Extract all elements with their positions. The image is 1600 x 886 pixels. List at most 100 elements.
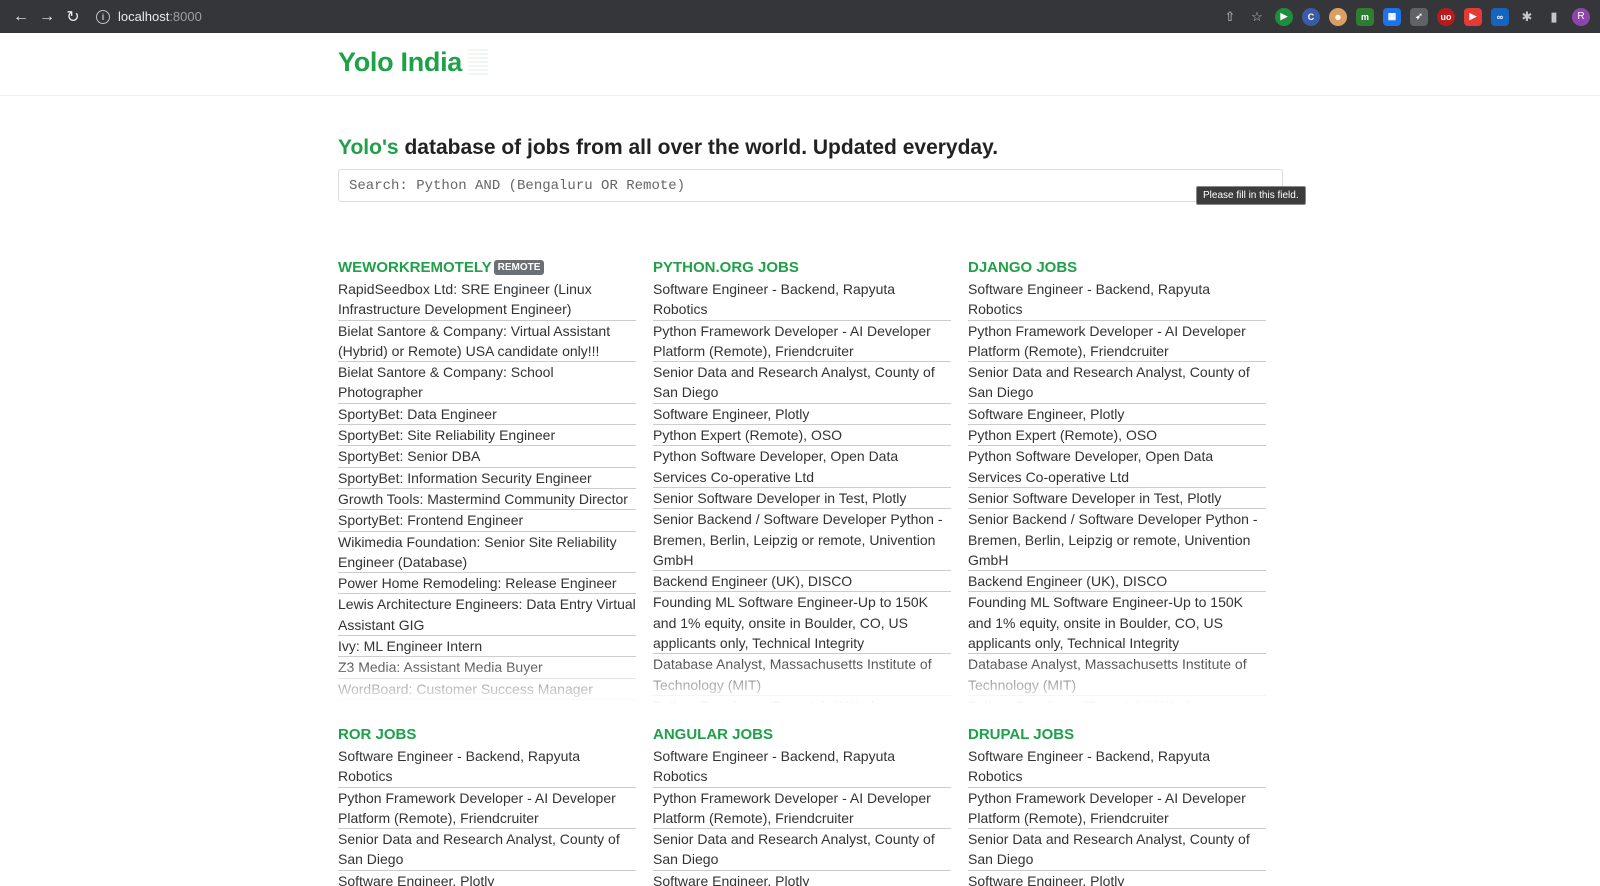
job-link[interactable]: Wikimedia Foundation: Senior Site Reliab… [338, 534, 617, 570]
job-link[interactable]: Ivy: ML Engineer Intern [338, 638, 482, 654]
job-list-item[interactable]: Senior Backend / Software Developer Pyth… [653, 509, 951, 572]
job-link[interactable]: Senior Data and Research Analyst, County… [968, 831, 1250, 867]
job-list-item[interactable]: Python Framework Developer - AI Develope… [968, 321, 1266, 363]
job-link[interactable]: Backend Engineer (UK), DISCO [653, 573, 852, 589]
job-list-item[interactable]: Python Developer (Remote), W4Labs [968, 696, 1266, 703]
job-link[interactable]: Bielat Santore & Company: Virtual Assist… [338, 323, 610, 359]
job-list-item[interactable]: Growth Tools: Mastermind Community Direc… [338, 489, 636, 511]
job-list-item[interactable]: Python Software Developer, Open Data Ser… [653, 446, 951, 488]
job-list-item[interactable]: WordBoard: Customer Success Manager [338, 679, 636, 700]
extension-infinity-icon[interactable]: ∞ [1491, 7, 1509, 26]
job-link[interactable]: Software Engineer, Plotly [968, 873, 1124, 886]
job-link[interactable]: SportyBet: Frontend Engineer [338, 512, 523, 528]
job-link[interactable]: Python Framework Developer - AI Develope… [338, 790, 616, 826]
search-input[interactable] [338, 169, 1283, 202]
job-list-item[interactable]: Python Framework Developer - AI Develope… [968, 788, 1266, 830]
job-link[interactable]: Power Home Remodeling: Release Engineer [338, 575, 617, 591]
job-link[interactable]: RapidSeedbox Ltd: SRE Engineer (Linux In… [338, 281, 592, 317]
reload-icon[interactable]: ↻ [60, 4, 86, 30]
extension-face-icon[interactable]: ☻ [1329, 7, 1347, 26]
brand-name[interactable]: Yolo India [338, 47, 462, 77]
job-link[interactable]: Senior Backend / Software Developer Pyth… [653, 511, 943, 568]
job-link[interactable]: Python Developer (Remote), W4Labs [653, 698, 886, 703]
job-list-item[interactable]: Senior Data and Research Analyst, County… [968, 362, 1266, 404]
job-list-item[interactable]: Senior Data and Research Analyst, County… [653, 362, 951, 404]
job-link[interactable]: Software Engineer, Plotly [338, 873, 494, 886]
side-panel-icon[interactable]: ▮ [1545, 8, 1563, 26]
job-link[interactable]: Growth Tools: Mastermind Community Direc… [338, 491, 628, 507]
job-list-item[interactable]: Power Home Remodeling: Release Engineer [338, 573, 636, 595]
share-icon[interactable]: ⇧ [1221, 8, 1239, 26]
job-link[interactable]: Python Software Developer, Open Data Ser… [968, 448, 1213, 484]
forward-arrow-icon[interactable]: → [34, 4, 60, 30]
job-link[interactable]: SportyBet: Senior DBA [338, 448, 480, 464]
job-list-item[interactable]: Founding ML Software Engineer-Up to 150K… [968, 592, 1266, 655]
job-link[interactable]: Python Framework Developer - AI Develope… [653, 323, 931, 359]
job-list-item[interactable]: Software Engineer, Plotly [653, 871, 951, 886]
job-link[interactable]: Founding ML Software Engineer-Up to 150K… [653, 594, 928, 651]
bookmark-star-icon[interactable]: ☆ [1248, 8, 1266, 26]
puzzle-extensions-icon[interactable]: ✱ [1518, 8, 1536, 26]
job-link[interactable]: Software Engineer - Backend, Rapyuta Rob… [968, 281, 1210, 317]
job-list-item[interactable]: Software Engineer, Plotly [338, 871, 636, 886]
extension-youtube-icon[interactable]: ▶ [1464, 7, 1482, 26]
job-list-item[interactable]: Software Engineer - Backend, Rapyuta Rob… [338, 746, 636, 788]
extension-ublock-icon[interactable]: uo [1437, 7, 1455, 26]
job-link[interactable]: Database Analyst, Massachusetts Institut… [968, 656, 1247, 692]
job-list-item[interactable]: Python Framework Developer - AI Develope… [653, 788, 951, 830]
extension-m-icon[interactable]: m [1356, 7, 1374, 26]
job-link[interactable]: Software Engineer, Plotly [653, 406, 809, 422]
job-link[interactable]: Founding ML Software Engineer-Up to 150K… [968, 594, 1243, 651]
job-link[interactable]: Senior Data and Research Analyst, County… [968, 364, 1250, 400]
extension-crescent-icon[interactable]: C [1302, 7, 1320, 26]
job-list-item[interactable]: Backend Engineer (UK), DISCO [968, 571, 1266, 593]
job-link[interactable]: Z3 Media: Assistant Media Buyer [338, 659, 543, 675]
job-list-item[interactable]: SportyBet: Senior DBA [338, 446, 636, 468]
job-list-item[interactable]: Software Engineer - Backend, Rapyuta Rob… [653, 746, 951, 788]
job-link[interactable]: SportyBet: Site Reliability Engineer [338, 427, 555, 443]
job-link[interactable]: Senior Software Developer in Test, Plotl… [653, 490, 906, 506]
job-list-item[interactable]: Z3 Media: Assistant Media Buyer [338, 657, 636, 679]
job-link[interactable]: Python Expert (Remote), OSO [653, 427, 842, 443]
job-list-item[interactable]: Software Engineer, Plotly [653, 404, 951, 426]
job-list-item[interactable]: Senior Data and Research Analyst, County… [968, 829, 1266, 871]
extension-rocket-icon[interactable]: ➶ [1410, 7, 1428, 26]
extension-window-icon[interactable]: ▦ [1383, 7, 1401, 26]
job-link[interactable]: Python Software Developer, Open Data Ser… [653, 448, 898, 484]
job-link[interactable]: Python Developer (Remote), W4Labs [968, 698, 1201, 703]
site-info-icon[interactable]: i [96, 9, 110, 24]
job-list-item[interactable]: Senior Software Developer in Test, Plotl… [968, 488, 1266, 510]
job-link[interactable]: WordBoard: Customer Success Manager [338, 681, 593, 697]
job-list-item[interactable]: Software Engineer - Backend, Rapyuta Rob… [968, 279, 1266, 321]
extension-green-icon[interactable]: ▶ [1275, 7, 1293, 26]
job-link[interactable]: Lewis Architecture Engineers: Data Entry… [338, 596, 636, 632]
job-list-item[interactable]: Senior Data and Research Analyst, County… [653, 829, 951, 871]
job-list-item[interactable]: Senior Backend / Software Developer Pyth… [968, 509, 1266, 572]
job-list-item[interactable]: Database Analyst, Massachusetts Institut… [968, 654, 1266, 696]
job-list-item[interactable]: SportyBet: Frontend Engineer [338, 510, 636, 532]
job-link[interactable]: SportyBet: Information Security Engineer [338, 470, 592, 486]
job-list-item[interactable]: Backend Engineer (UK), DISCO [653, 571, 951, 593]
job-link[interactable]: Senior Data and Research Analyst, County… [338, 831, 620, 867]
job-link[interactable]: Bielat Santore & Company: School Photogr… [338, 364, 554, 400]
job-list-item[interactable]: RapidSeedbox Ltd: SRE Engineer (Linux In… [338, 279, 636, 321]
job-list-item[interactable]: Python Expert (Remote), OSO [968, 425, 1266, 447]
job-link[interactable]: Python Framework Developer - AI Develope… [968, 323, 1246, 359]
job-link[interactable]: Database Analyst, Massachusetts Institut… [653, 656, 932, 692]
job-link[interactable]: Software Engineer - Backend, Rapyuta Rob… [338, 748, 580, 784]
job-link[interactable]: Python Framework Developer - AI Develope… [653, 790, 931, 826]
job-list-item[interactable]: Python Software Developer, Open Data Ser… [968, 446, 1266, 488]
job-list-item[interactable]: Python Framework Developer - AI Develope… [338, 788, 636, 830]
back-arrow-icon[interactable]: ← [8, 4, 34, 30]
job-link[interactable]: Software Engineer, Plotly [968, 406, 1124, 422]
job-link[interactable]: Python Expert (Remote), OSO [968, 427, 1157, 443]
job-list-item[interactable]: Ivy: ML Engineer Intern [338, 636, 636, 658]
job-list-item[interactable]: Senior Software Developer in Test, Plotl… [653, 488, 951, 510]
job-link[interactable]: Backend Engineer (UK), DISCO [968, 573, 1167, 589]
job-link[interactable]: Software Engineer - Backend, Rapyuta Rob… [653, 281, 895, 317]
site-logo[interactable]: Yolo India [338, 47, 488, 78]
job-link[interactable]: Software Engineer - Backend, Rapyuta Rob… [653, 748, 895, 784]
job-list-item[interactable]: Lewis Architecture Engineers: Data Entry… [338, 594, 636, 637]
job-link[interactable]: Senior Data and Research Analyst, County… [653, 364, 935, 400]
job-link[interactable]: Python Framework Developer - AI Develope… [968, 790, 1246, 826]
